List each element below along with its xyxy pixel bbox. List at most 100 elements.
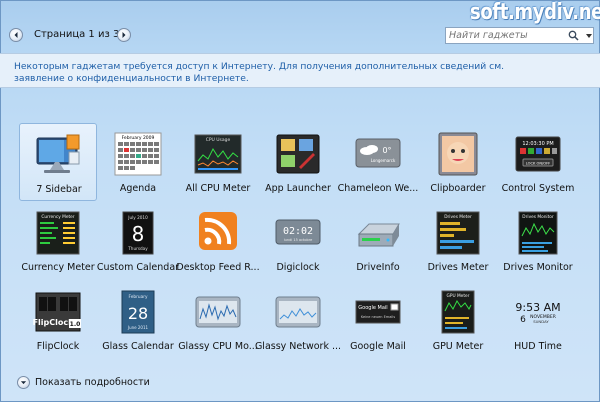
calendar-weekday: Thursday (127, 246, 148, 251)
gadget-label: Glassy Network ... (254, 341, 342, 352)
previous-page-button[interactable] (9, 28, 23, 42)
currency-meter-icon: Currency Meter (36, 211, 80, 255)
glass-calendar-icon: February 28 June 2011 (121, 290, 155, 334)
gadget-tile[interactable]: App Launcher (259, 123, 337, 201)
page-calendar-icon: July 2010 8 Thursday (122, 211, 154, 255)
gadget-tile[interactable]: July 2010 8 Thursday Custom Calendar (97, 202, 179, 280)
search-dropdown-icon[interactable] (584, 29, 594, 42)
flip-clock-icon: FlipClock 1.0 (33, 292, 81, 332)
cpu-meter-icon: CPU Usage (194, 134, 242, 174)
calendar-day: 8 (132, 222, 145, 246)
gadget-label: Control System (501, 183, 575, 194)
gadget-label: Chameleon We... (337, 183, 419, 194)
agenda-title: February 2009 (122, 135, 155, 141)
gadget-label: All CPU Meter (185, 183, 251, 194)
control-panel-icon: 12:03:30 PM LOCK ON/OFF (515, 136, 561, 172)
gadget-label: DriveInfo (356, 262, 400, 273)
gadget-tile[interactable]: February 2009 Agenda (99, 123, 177, 201)
gadget-tile[interactable]: February 28 June 2011 Glass Calendar (99, 281, 177, 359)
control-time: 12:03:30 PM (522, 141, 553, 147)
gadget-label: Digiclock (276, 262, 320, 273)
gadget-tile[interactable]: Glassy CPU Mo... (178, 281, 258, 359)
drives-meter-icon: Drives Meter (436, 211, 480, 255)
gadget-label: HUD Time (514, 341, 562, 352)
internet-notice-bar: Некоторым гаджетам требуется доступ к Ин… (0, 53, 600, 88)
next-page-button[interactable] (117, 28, 131, 42)
hud-time: 9:53 AM (515, 301, 560, 314)
drives-monitor-title: Drives Monitor (522, 214, 554, 220)
gadget-tile[interactable]: 02:02 lundi 15 octobre Digiclock (259, 202, 337, 280)
gadget-label: Glassy CPU Mo... (178, 341, 258, 352)
gmail-title: Google Mail (358, 305, 387, 311)
gadget-tile[interactable]: Desktop Feed R... (176, 202, 260, 280)
glass-calendar-day: 28 (128, 304, 148, 323)
hud-weekday: SUNDAY (533, 319, 549, 324)
chameleon-city: Longemarck (371, 158, 396, 163)
gadget-tile[interactable]: 0° Longemarck Chameleon We... (338, 123, 418, 201)
internet-notice-text[interactable]: Некоторым гаджетам требуется доступ к Ин… (14, 61, 514, 85)
gadget-tile[interactable]: Clipboarder (419, 123, 497, 201)
weather-icon: 0° Longemarck (355, 138, 401, 168)
digiclock-date: lundi 15 octobre (284, 238, 313, 242)
gadget-label: FlipClock (36, 341, 80, 352)
gadget-tile[interactable]: Drives Meter Drives Meter (419, 202, 497, 280)
gadget-tile[interactable]: GPU Meter GPU Meter (419, 281, 497, 359)
monitor-icon (36, 134, 80, 173)
gadget-tile[interactable]: DriveInfo (339, 202, 417, 280)
calendar-icon: February 2009 (114, 132, 162, 176)
watermark: soft.mydiv.net (470, 0, 600, 25)
chevron-right-icon (122, 32, 126, 38)
gadget-tile[interactable]: Google Mail Keine neuen Emails Google Ma… (339, 281, 417, 359)
chevron-down-icon (20, 381, 27, 385)
gadget-tile[interactable]: Currency Meter Currency Meter (19, 202, 97, 280)
gadget-tile[interactable]: Drives Monitor Drives Monitor (499, 202, 577, 280)
glass-calendar-month: February (128, 294, 147, 300)
gadget-label: Currency Meter (21, 262, 95, 273)
clipboard-photo-icon (438, 132, 478, 176)
rss-feed-icon (199, 212, 237, 250)
search-box (445, 27, 594, 44)
gpu-title: GPU Meter (447, 293, 470, 299)
gadget-label: App Launcher (265, 183, 331, 194)
gadget-tile[interactable]: CPU Usage All CPU Meter (179, 123, 257, 201)
gadget-label: 7 Sidebar (36, 184, 82, 195)
gadget-label: Drives Monitor (503, 262, 573, 273)
gadget-label: Drives Meter (427, 262, 489, 273)
gmail-subtitle: Keine neuen Emails (361, 315, 396, 319)
gadget-tile[interactable]: 9:53 AM 6 NOVEMBER SUNDAY HUD Time (499, 281, 577, 359)
show-details-button[interactable] (17, 376, 30, 389)
drives-monitor-icon: Drives Monitor (518, 211, 558, 255)
search-input[interactable] (449, 29, 564, 42)
digiclock-time: 02:02 (283, 226, 313, 237)
chameleon-temp: 0° (382, 146, 391, 155)
search-icon[interactable] (568, 30, 579, 41)
show-details-label[interactable]: Показать подробности (35, 377, 150, 388)
mail-icon: Google Mail Keine neuen Emails (355, 300, 401, 324)
gadget-label: Clipboarder (430, 183, 486, 194)
gallery-header: Страница 1 из 3 soft.mydiv.net (0, 0, 600, 52)
chevron-left-icon (14, 32, 18, 38)
glass-calendar-year: June 2011 (127, 325, 149, 330)
gadget-label: Agenda (119, 183, 157, 194)
gadget-label: Glass Calendar (102, 341, 174, 352)
app-launcher-icon (276, 134, 320, 174)
gadget-tile[interactable]: FlipClock 1.0 FlipClock (19, 281, 97, 359)
control-lock: LOCK ON/OFF (526, 162, 550, 166)
currency-title: Currency Meter (41, 214, 74, 220)
cpu-title: CPU Usage (206, 137, 231, 143)
glassy-network-icon (275, 296, 321, 328)
flipclock-version: 1.0 (70, 321, 81, 328)
flipclock-label: FlipClock (33, 318, 74, 327)
drives-meter-title: Drives Meter (444, 214, 472, 220)
page-indicator: Страница 1 из 3 (34, 29, 120, 40)
gadget-tile[interactable]: 12:03:30 PM LOCK ON/OFF Control System (499, 123, 577, 201)
hud-clock-icon: 9:53 AM 6 NOVEMBER SUNDAY (515, 301, 560, 325)
gadget-tile[interactable]: 7 Sidebar (19, 123, 97, 201)
gadget-label: Custom Calendar (96, 262, 180, 273)
gadget-label: GPU Meter (432, 341, 484, 352)
gpu-meter-icon: GPU Meter (441, 290, 475, 334)
gadget-label: Google Mail (350, 341, 406, 352)
gadget-tile[interactable]: Glassy Network ... (255, 281, 341, 359)
glassy-cpu-icon (195, 296, 241, 328)
digital-clock-icon: 02:02 lundi 15 octobre (275, 219, 321, 245)
